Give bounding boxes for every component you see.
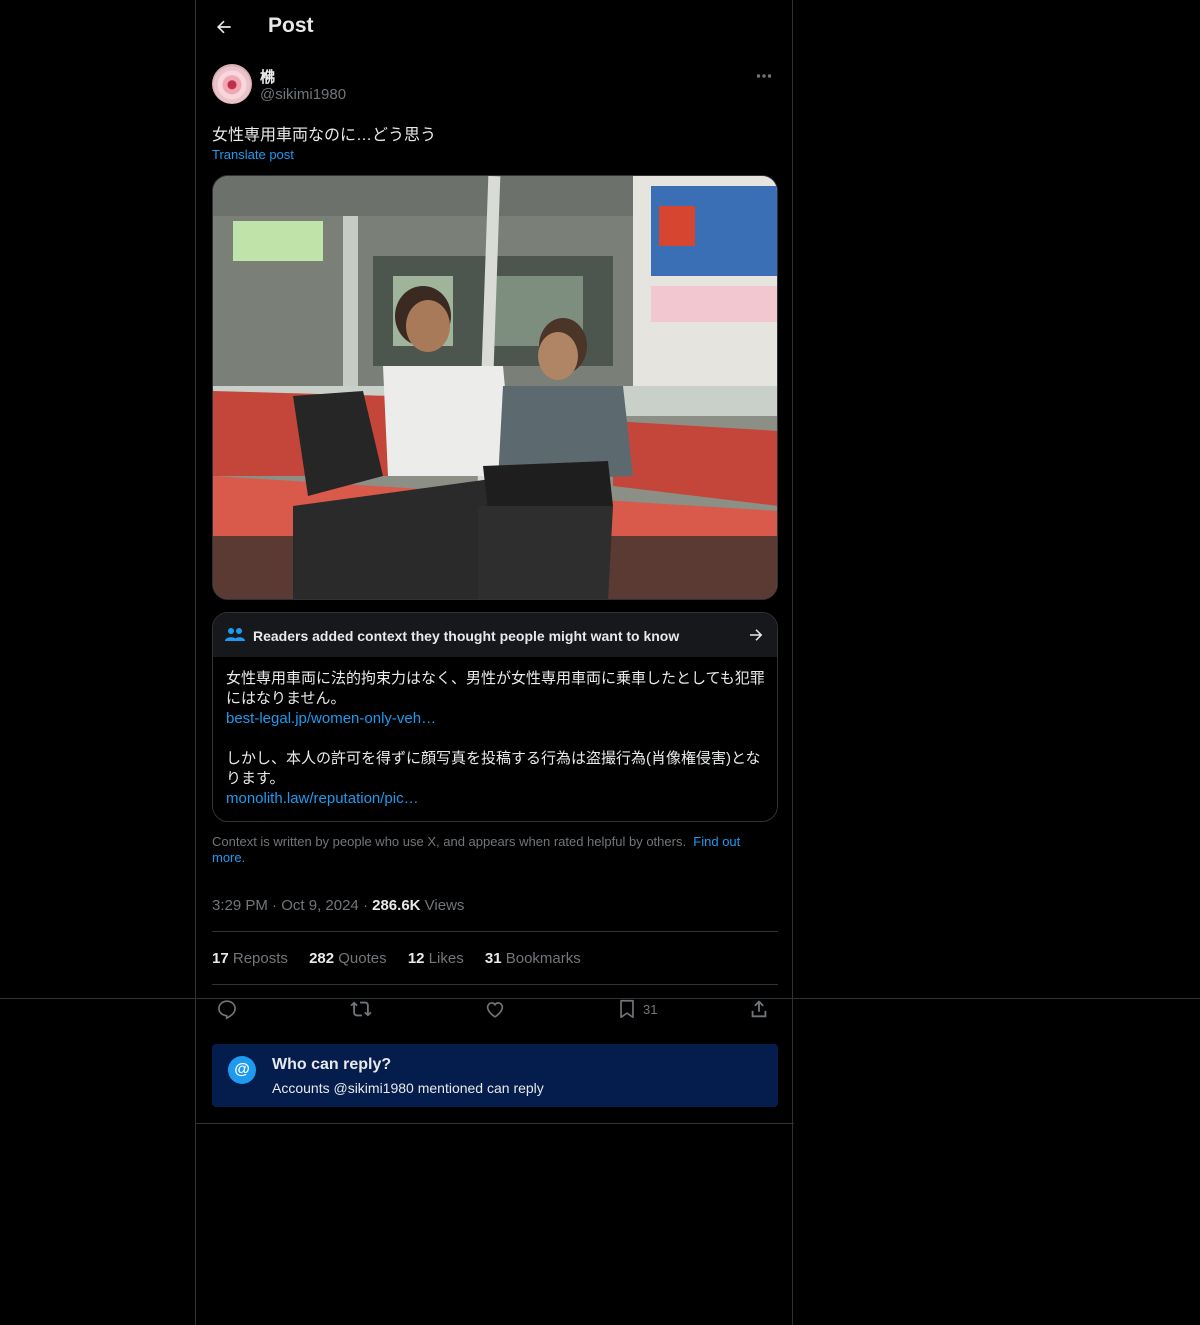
bookmark-button[interactable]: 31: [616, 996, 657, 1022]
share-button[interactable]: [748, 996, 770, 1022]
who-can-reply-subtitle: Accounts @sikimi1980 mentioned can reply: [272, 1080, 544, 1096]
community-note: Readers added context they thought peopl…: [212, 612, 778, 822]
mention-icon: @: [228, 1056, 256, 1084]
repost-button[interactable]: [350, 996, 372, 1022]
share-icon: [751, 1000, 767, 1018]
more-icon: [756, 74, 772, 78]
post-stats: 17 Reposts 282 Quotes 12 Likes 31 Bookma…: [212, 950, 598, 967]
avatar[interactable]: [212, 64, 252, 104]
context-footer: Context is written by people who use X, …: [212, 834, 772, 866]
bookmark-icon: [620, 999, 634, 1019]
page-title: Post: [268, 14, 314, 37]
reposts-stat[interactable]: 17 Reposts: [212, 950, 288, 967]
post-text: 女性専用車両なのに…どう思う: [212, 127, 437, 144]
action-bar: 31: [212, 996, 778, 1022]
divider: [212, 931, 778, 932]
post-date[interactable]: Oct 9, 2024: [281, 897, 359, 914]
author-name[interactable]: 梻: [260, 66, 275, 87]
reply-button[interactable]: [216, 996, 238, 1022]
arrow-right-icon[interactable]: [747, 626, 765, 644]
views-label: Views: [424, 897, 465, 914]
header: Post: [196, 0, 792, 54]
horizontal-divider: [0, 998, 1200, 999]
bookmark-count: 31: [643, 1001, 658, 1017]
divider: [212, 984, 778, 985]
post-time[interactable]: 3:29 PM: [212, 897, 268, 914]
primary-column: Post 梻 @sikimi1980 女性専用車両なのに…どう思う Transl…: [195, 0, 794, 1325]
more-options-button[interactable]: [750, 64, 778, 88]
bookmarks-stat[interactable]: 31 Bookmarks: [485, 950, 581, 967]
post-image[interactable]: [212, 175, 778, 600]
like-icon: [486, 1002, 504, 1018]
community-note-header[interactable]: Readers added context they thought peopl…: [213, 613, 777, 657]
note-link[interactable]: best-legal.jp/women-only-veh…: [226, 709, 766, 729]
views-count: 286.6K: [372, 897, 421, 914]
likes-stat[interactable]: 12 Likes: [408, 950, 464, 967]
divider: [196, 1123, 794, 1124]
note-paragraph: 女性専用車両に法的拘束力はなく、男性が女性専用車両に乗車したとしても犯罪にはなり…: [226, 670, 765, 707]
note-link[interactable]: monolith.law/reputation/pic…: [226, 789, 766, 809]
like-button[interactable]: [484, 996, 506, 1022]
translate-post-link[interactable]: Translate post: [212, 147, 294, 162]
who-can-reply-title: Who can reply?: [272, 1056, 392, 1073]
post-photo: [213, 176, 777, 599]
community-note-title: Readers added context they thought peopl…: [253, 628, 680, 644]
who-can-reply-banner: @ Who can reply? Accounts @sikimi1980 me…: [212, 1044, 778, 1107]
author-handle[interactable]: @sikimi1980: [260, 86, 346, 103]
back-arrow-icon: [216, 20, 231, 34]
community-note-body: 女性専用車両に法的拘束力はなく、男性が女性専用車両に乗車したとしても犯罪にはなり…: [226, 669, 766, 809]
note-paragraph: しかし、本人の許可を得ずに顔写真を投稿する行為は盗撮行為(肖像権侵害)となります…: [226, 750, 761, 787]
post-author: 梻 @sikimi1980: [212, 64, 778, 108]
back-button[interactable]: [206, 9, 242, 45]
repost-icon: [350, 1001, 372, 1017]
people-icon: [225, 628, 245, 641]
post-meta: 3:29 PM · Oct 9, 2024 · 286.6K Views: [212, 897, 465, 914]
context-footer-text: Context is written by people who use X, …: [212, 834, 687, 849]
reply-icon: [218, 1000, 236, 1020]
quotes-stat[interactable]: 282 Quotes: [309, 950, 387, 967]
